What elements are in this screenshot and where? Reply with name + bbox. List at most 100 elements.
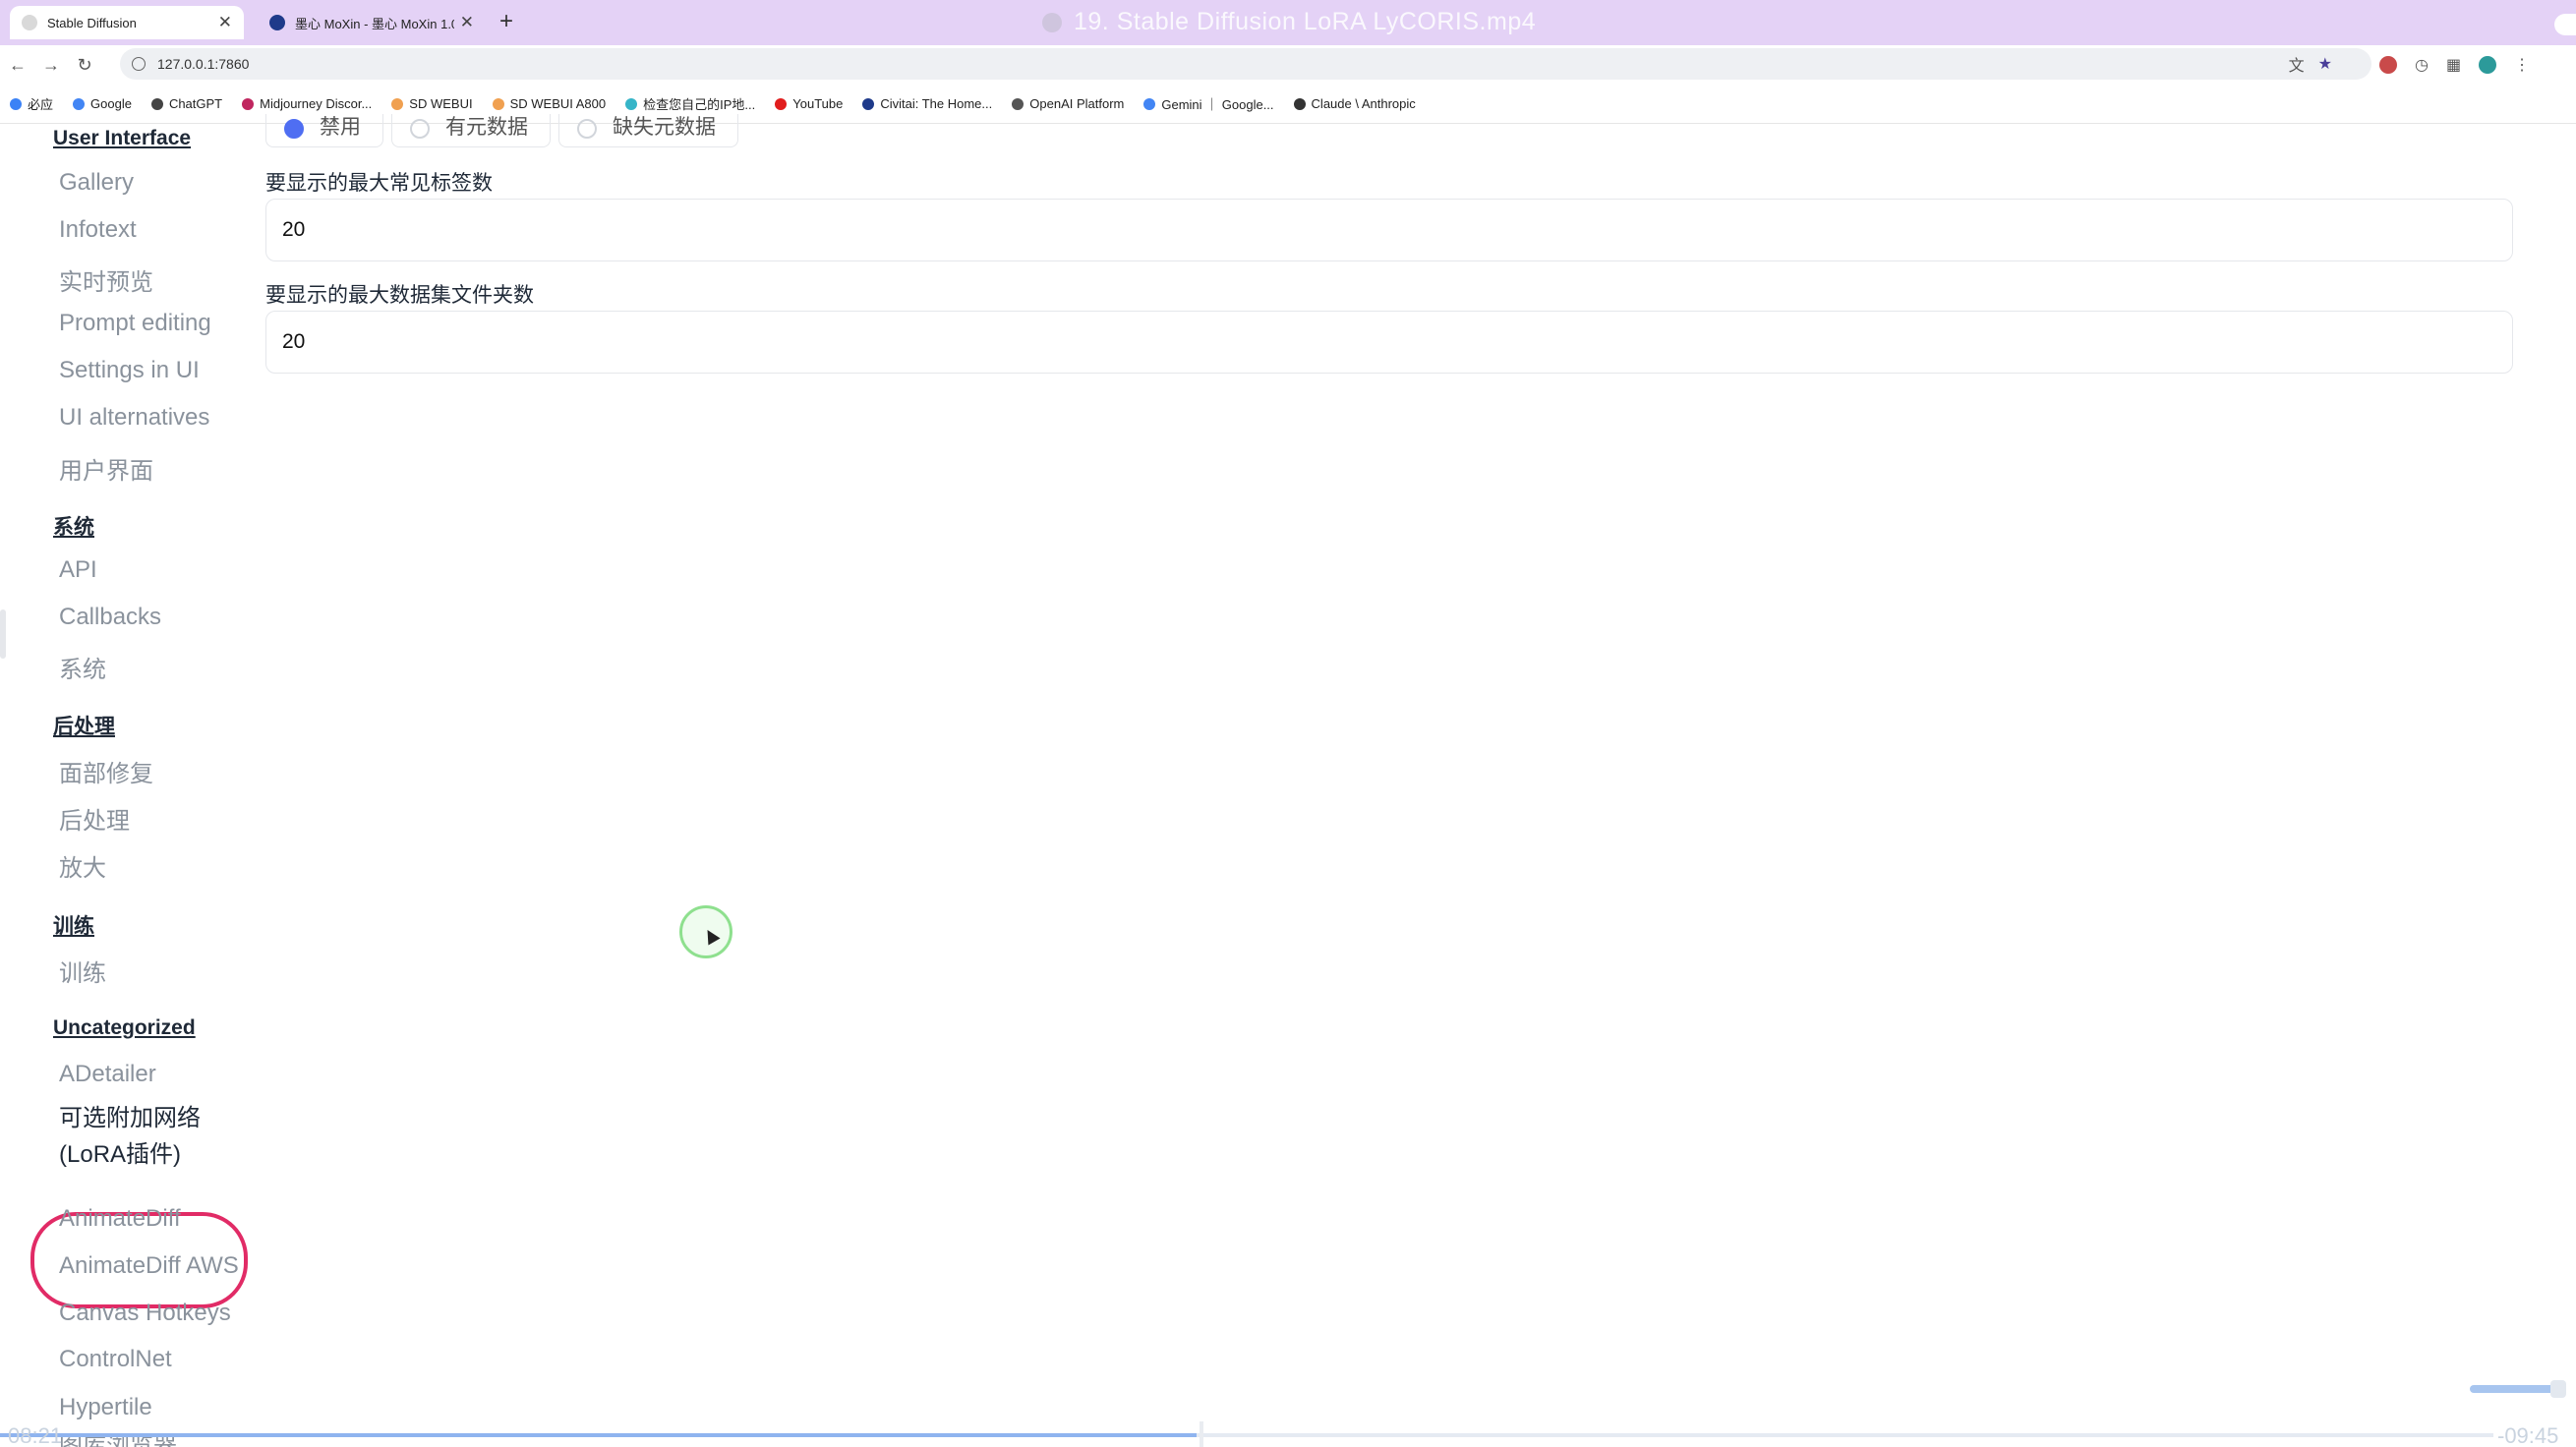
translate-icon[interactable]: 文	[2289, 52, 2305, 76]
bookmark-item[interactable]: Midjourney Discor...	[242, 96, 372, 111]
bookmark-label: Google	[90, 96, 132, 111]
forward-icon[interactable]: →	[35, 55, 67, 76]
bookmark-label: 必应	[28, 97, 54, 112]
sidebar-item-controlnet[interactable]: ControlNet	[59, 1346, 172, 1373]
sidebar-item-animatediff[interactable]: AnimateDiff	[59, 1205, 181, 1233]
tab-stable-diffusion[interactable]: Stable Diffusion ✕	[10, 6, 244, 39]
bookmark-item[interactable]: YouTube	[775, 96, 843, 111]
sidebar-item-postprocessing[interactable]: 后处理	[59, 801, 130, 836]
video-title: 19. Stable Diffusion LoRA LyCORIS.mp4	[1074, 8, 1537, 35]
sidebar-item-face-restore[interactable]: 面部修复	[59, 754, 153, 788]
video-progress-handle[interactable]	[1200, 1421, 1203, 1447]
sidebar-item-upscale[interactable]: 放大	[59, 848, 106, 883]
reload-icon[interactable]: ↻	[69, 55, 100, 76]
sidebar-item-hypertile[interactable]: Hypertile	[59, 1394, 152, 1421]
tab-title: Stable Diffusion	[47, 15, 137, 30]
sidebar-item-callbacks[interactable]: Callbacks	[59, 604, 161, 631]
bookmark-item[interactable]: Civitai: The Home...	[862, 96, 992, 111]
sidebar-item-gallery[interactable]: Gallery	[59, 169, 134, 197]
browser-titlebar: Stable Diffusion ✕ 墨心 MoXin - 墨心 MoXin 1…	[0, 0, 2576, 45]
bookmark-label: Civitai: The Home...	[880, 96, 993, 111]
bookmark-favicon-icon	[1143, 97, 1156, 110]
site-info-icon[interactable]	[132, 57, 146, 71]
tab-title: 墨心 MoXin - 墨心 MoXin 1.0 |	[295, 16, 454, 31]
bookmark-item[interactable]: SD WEBUI	[391, 96, 473, 111]
video-progress-fill	[0, 1433, 1198, 1437]
radio-option-has-metadata[interactable]: 有元数据	[391, 114, 551, 147]
settings-sidebar: User Interface Gallery Infotext 实时预览 Pro…	[0, 124, 261, 1447]
bookmark-item[interactable]: OpenAI Platform	[1012, 96, 1124, 111]
url-text: 127.0.0.1:7860	[157, 56, 250, 72]
max-dataset-folders-input[interactable]: 20	[265, 311, 2513, 374]
sidebar-item-training[interactable]: 训练	[59, 954, 106, 988]
collapse-handle[interactable]	[0, 609, 6, 659]
bookmark-item[interactable]: Gemini ｜ Google...	[1143, 94, 1274, 113]
bookmark-label: YouTube	[792, 96, 844, 111]
sidebar-item-api[interactable]: API	[59, 556, 97, 584]
metadata-radio-group: 禁用 有元数据 缺失元数据	[265, 114, 738, 147]
sidebar-item-user-interface[interactable]: 用户界面	[59, 451, 153, 486]
new-tab-button[interactable]: +	[499, 8, 513, 35]
sidebar-item-system[interactable]: 系统	[59, 650, 106, 684]
civitai-favicon-icon	[269, 15, 285, 30]
bookmark-favicon-icon	[242, 97, 255, 110]
bookmark-label: SD WEBUI	[409, 96, 473, 111]
sidebar-item-additional-networks[interactable]: 可选附加网络	[59, 1100, 201, 1136]
extensions-puzzle-icon[interactable]: ▦	[2446, 55, 2461, 75]
video-elapsed-time: 08:21	[8, 1423, 63, 1447]
sidebar-section-heading[interactable]: 训练	[53, 910, 94, 940]
sidebar-item-settings-in-ui[interactable]: Settings in UI	[59, 357, 200, 384]
window-corner-handle	[2554, 14, 2576, 35]
radio-label: 禁用	[320, 116, 361, 139]
sidebar-item-infotext[interactable]: Infotext	[59, 216, 137, 244]
close-icon[interactable]: ✕	[218, 13, 232, 32]
back-icon[interactable]: ←	[2, 55, 33, 76]
tab-moxin[interactable]: 墨心 MoXin - 墨心 MoXin 1.0 | ✕	[258, 6, 486, 39]
history-icon[interactable]: ◷	[2415, 55, 2429, 75]
sidebar-item-prompt-editing[interactable]: Prompt editing	[59, 310, 211, 337]
bookmark-favicon-icon	[1012, 97, 1025, 110]
max-dataset-folders-label: 要显示的最大数据集文件夹数	[265, 284, 534, 307]
sidebar-item-ui-alternatives[interactable]: UI alternatives	[59, 404, 209, 432]
bookmark-label: Gemini ｜ Google...	[1161, 97, 1274, 112]
close-icon[interactable]: ✕	[460, 13, 474, 32]
bookmark-label: OpenAI Platform	[1029, 96, 1125, 111]
volume-handle[interactable]	[2550, 1380, 2566, 1398]
bookmark-item[interactable]: ChatGPT	[150, 96, 222, 111]
max-common-tags-input[interactable]: 20	[265, 199, 2513, 261]
radio-checked-icon	[284, 119, 304, 139]
extension-icon[interactable]	[2379, 56, 2397, 74]
sidebar-section-heading[interactable]: 后处理	[53, 711, 115, 740]
sidebar-item-animatediff-aws[interactable]: AnimateDiff AWS	[59, 1252, 239, 1280]
sidebar-section-heading[interactable]: User Interface	[53, 127, 191, 150]
sidebar-item-adetailer[interactable]: ADetailer	[59, 1061, 156, 1088]
profile-avatar[interactable]	[2479, 56, 2497, 74]
bookmark-favicon-icon	[73, 97, 86, 110]
url-input[interactable]: 127.0.0.1:7860 文 ★	[120, 48, 2371, 80]
sidebar-item-canvas-hotkeys[interactable]: Canvas Hotkeys	[59, 1300, 231, 1327]
radio-option-missing-metadata[interactable]: 缺失元数据	[558, 114, 738, 147]
bookmark-item[interactable]: SD WEBUI A800	[492, 96, 606, 111]
volume-slider[interactable]	[2470, 1385, 2558, 1393]
sidebar-item-live-preview[interactable]: 实时预览	[59, 262, 153, 297]
bookmark-label: Claude \ Anthropic	[1311, 96, 1416, 111]
bookmark-label: Midjourney Discor...	[260, 96, 373, 111]
bookmark-favicon-icon	[1293, 97, 1306, 110]
bookmark-favicon-icon	[150, 97, 163, 110]
bookmark-favicon-icon	[862, 97, 875, 110]
radio-label: 有元数据	[445, 116, 528, 139]
bookmark-item[interactable]: Google	[73, 96, 132, 111]
bookmark-favicon-icon	[492, 97, 504, 110]
bookmark-item[interactable]: 必应	[10, 94, 53, 113]
sidebar-item-additional-networks-sub[interactable]: (LoRA插件)	[59, 1136, 181, 1173]
menu-kebab-icon[interactable]: ⋮	[2514, 55, 2530, 75]
radio-unchecked-icon	[410, 119, 430, 139]
sidebar-section-heading[interactable]: Uncategorized	[53, 1016, 196, 1040]
sidebar-section-heading[interactable]: 系统	[53, 511, 94, 541]
bookmark-star-icon[interactable]: ★	[2318, 54, 2332, 74]
radio-option-disabled[interactable]: 禁用	[265, 114, 383, 147]
bookmark-favicon-icon	[10, 97, 22, 110]
bookmark-item[interactable]: Claude \ Anthropic	[1293, 96, 1416, 111]
bookmark-favicon-icon	[625, 97, 638, 110]
radio-label: 缺失元数据	[613, 116, 716, 139]
